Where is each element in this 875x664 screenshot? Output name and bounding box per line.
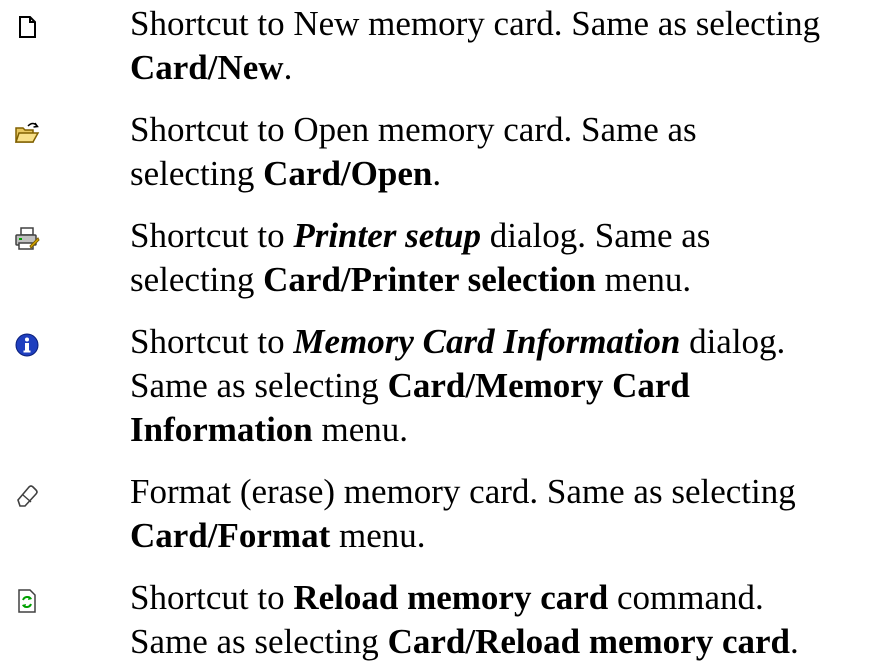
plain-text: Shortcut to — [130, 322, 294, 361]
entry-open-text: Shortcut to Open memory card. Same as sel… — [130, 108, 870, 196]
emphasized-text: Card/Reload memory card — [387, 622, 790, 661]
toolbar-reference: Shortcut to New memory card. Same as sel… — [0, 0, 875, 661]
emphasized-text: Reload memory card — [293, 578, 609, 617]
emphasized-text: Card/Memory Card — [387, 366, 690, 405]
description-line: Format (erase) memory card. Same as sele… — [130, 470, 870, 514]
emphasized-text: Information — [130, 410, 313, 449]
emphasized-text: Printer setup — [293, 216, 481, 255]
entry-format-text: Format (erase) memory card. Same as sele… — [130, 470, 870, 558]
emphasized-text: Card/New — [130, 48, 284, 87]
description-line: Same as selecting Card/Reload memory car… — [130, 620, 870, 664]
plain-text: menu. — [330, 516, 426, 555]
plain-text: command. — [608, 578, 764, 617]
description-line: Shortcut to Memory Card Information dial… — [130, 320, 870, 364]
plain-text: dialog. Same as — [481, 216, 711, 255]
plain-text: Shortcut to — [130, 578, 294, 617]
entry-printer-setup-text: Shortcut to Printer setup dialog. Same a… — [130, 214, 870, 302]
description-line: Shortcut to Open memory card. Same as — [130, 108, 870, 152]
plain-text: Shortcut to New memory card. Same as sel… — [130, 4, 821, 43]
entry-card-info-text: Shortcut to Memory Card Information dial… — [130, 320, 870, 452]
description-line: selecting Card/Printer selection menu. — [130, 258, 870, 302]
description-line: Shortcut to Printer setup dialog. Same a… — [130, 214, 870, 258]
emphasized-text: Card/Printer selection — [263, 260, 596, 299]
plain-text: Same as selecting — [130, 622, 388, 661]
reload-icon — [14, 588, 40, 614]
plain-text: Shortcut to — [130, 216, 294, 255]
plain-text: Same as selecting — [130, 366, 388, 405]
plain-text: dialog. — [680, 322, 786, 361]
plain-text: . — [432, 154, 442, 193]
entry-reload-text: Shortcut to Reload memory card command. S… — [130, 576, 870, 664]
description-line: Shortcut to New memory card. Same as sel… — [130, 2, 870, 46]
description-line: selecting Card/Open. — [130, 152, 870, 196]
emphasized-text: Card/Format — [130, 516, 331, 555]
description-line: Same as selecting Card/Memory Card — [130, 364, 870, 408]
plain-text: menu. — [595, 260, 692, 299]
emphasized-text: Card/Open — [263, 154, 433, 193]
printer-setup-icon — [14, 226, 40, 252]
eraser-icon — [14, 482, 40, 508]
description-line: Card/Format menu. — [130, 514, 870, 558]
plain-text: . — [789, 622, 799, 661]
new-document-icon — [14, 14, 40, 40]
entry-new-text: Shortcut to New memory card. Same as sel… — [130, 2, 870, 90]
plain-text: . — [283, 48, 293, 87]
emphasized-text: Memory Card Information — [293, 322, 681, 361]
description-line: Card/New. — [130, 46, 870, 90]
open-folder-icon — [14, 120, 40, 146]
plain-text: Shortcut to Open memory card. Same as — [130, 110, 697, 149]
plain-text: Format (erase) memory card. Same as sele… — [130, 472, 796, 511]
plain-text: selecting — [130, 154, 264, 193]
plain-text: selecting — [130, 260, 264, 299]
description-line: Information menu. — [130, 408, 870, 452]
info-icon — [14, 332, 40, 358]
description-line: Shortcut to Reload memory card command. — [130, 576, 870, 620]
plain-text: menu. — [312, 410, 409, 449]
